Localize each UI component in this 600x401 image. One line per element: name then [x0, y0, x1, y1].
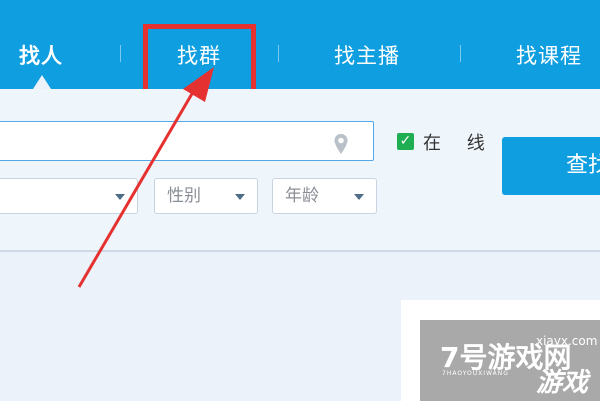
annotation-arrow — [77, 67, 214, 288]
